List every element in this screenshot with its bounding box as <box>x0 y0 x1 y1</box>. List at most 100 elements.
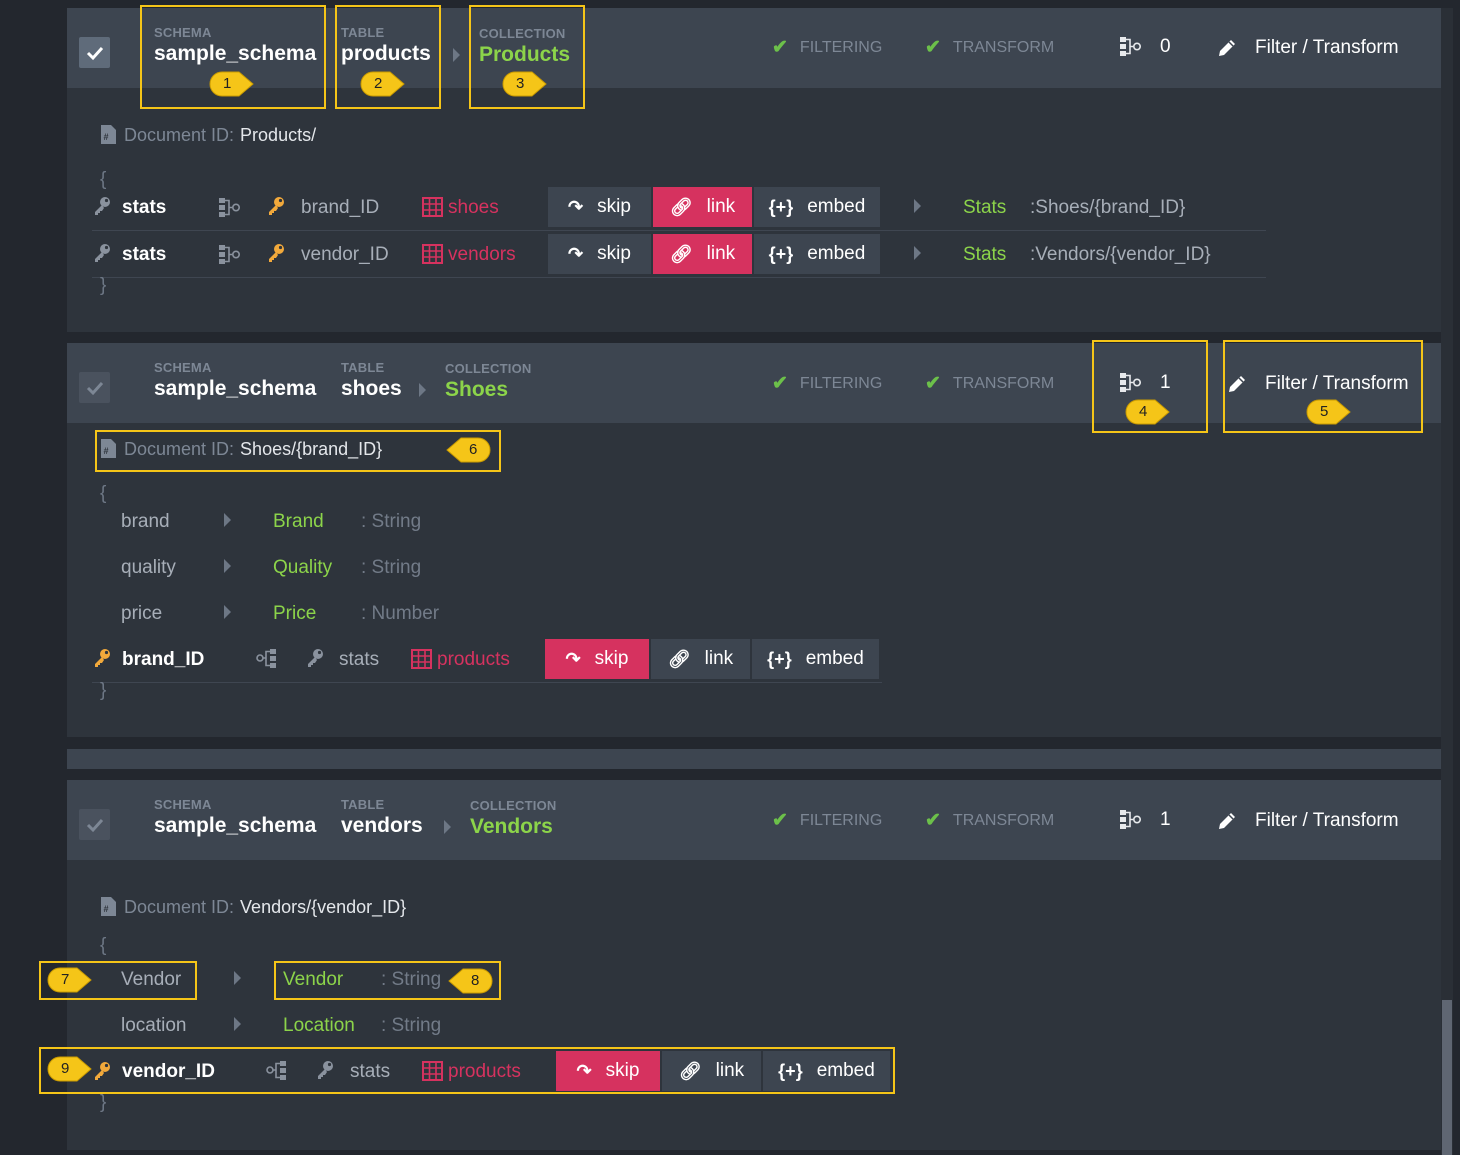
document-id: Document ID: Vendors/{vendor_ID} <box>100 896 406 918</box>
check-icon: ✔ <box>925 373 941 394</box>
skip-label: skip <box>597 196 631 217</box>
table-name: vendors <box>341 814 423 837</box>
link-button[interactable]: 🔗︎ link <box>653 234 754 274</box>
check-icon: ✔ <box>925 37 941 58</box>
link-button[interactable]: 🔗︎ link <box>651 639 752 679</box>
key-icon <box>95 197 110 215</box>
embed-label: embed <box>807 243 866 264</box>
callout-badge: 5 <box>1306 399 1352 425</box>
check-icon: ✔ <box>772 373 788 394</box>
callout-number: 9 <box>61 1060 70 1077</box>
foreign-key-field: stats <box>339 649 380 670</box>
document-id-icon <box>101 897 116 916</box>
skip-icon: ↷ <box>568 196 584 217</box>
callout-badge: 4 <box>1125 399 1171 425</box>
target-field: Location <box>283 1015 355 1036</box>
embed-button[interactable]: {+} embed <box>754 234 882 274</box>
collection-caption: COLLECTION <box>445 361 532 376</box>
filter-transform-button[interactable]: Filter / Transform <box>1217 810 1399 832</box>
include-checkbox[interactable] <box>79 809 110 840</box>
key-icon <box>308 649 323 667</box>
brace-open: { <box>100 935 107 956</box>
callout-number: 5 <box>1320 403 1329 420</box>
skip-button[interactable]: ↷ skip <box>545 639 651 679</box>
table-caption: TABLE <box>341 360 385 375</box>
document-id-label: Document ID: <box>124 124 235 145</box>
target-field: Stats <box>963 197 1007 218</box>
scrollbar-thumb[interactable] <box>1442 1000 1452 1155</box>
callout-number: 2 <box>374 75 383 92</box>
relation-count-value: 0 <box>1160 36 1171 57</box>
target-field: Price <box>273 603 317 624</box>
row-divider <box>92 230 1266 231</box>
relation-count[interactable]: 1 <box>1120 809 1171 831</box>
key-icon <box>269 197 284 215</box>
section-separator <box>67 749 1441 769</box>
arrow-right-icon <box>234 971 241 985</box>
link-label: link <box>704 648 734 669</box>
callout-badge: 9 <box>47 1056 93 1082</box>
callout-badge: 1 <box>209 71 255 97</box>
key-icon <box>269 244 284 262</box>
skip-button[interactable]: ↷ skip <box>548 187 653 227</box>
embed-button[interactable]: {+} embed <box>752 639 881 679</box>
link-label: link <box>706 243 736 264</box>
filtering-status: ✔ FILTERING <box>772 372 882 395</box>
schema-name: sample_schema <box>154 377 317 400</box>
filtering-status: ✔ FILTERING <box>772 36 882 59</box>
filtering-status: ✔ FILTERING <box>772 809 882 832</box>
embed-icon: {+} <box>768 243 794 264</box>
transform-status: ✔ TRANSFORM <box>925 372 1054 395</box>
brace-open: { <box>100 483 107 504</box>
check-icon: ✔ <box>772 37 788 58</box>
source-field: brand <box>121 511 170 532</box>
arrow-right-icon <box>914 199 921 213</box>
callout-number: 7 <box>61 971 70 988</box>
check-icon <box>86 381 103 395</box>
field-type: : String <box>361 557 422 578</box>
table-icon <box>422 197 443 217</box>
embed-button[interactable]: {+} embed <box>754 187 882 227</box>
callout-number: 8 <box>471 972 480 989</box>
link-icon: 🔗︎ <box>667 648 691 669</box>
relation-count[interactable]: 0 <box>1120 36 1171 58</box>
collection-caption: COLLECTION <box>470 798 557 813</box>
relation-count-value: 1 <box>1160 809 1171 830</box>
filter-transform-button[interactable]: Filter / Transform <box>1217 37 1399 59</box>
row-divider <box>92 682 882 683</box>
callout-pin-icon <box>446 437 491 463</box>
target-path: :Shoes/{brand_ID} <box>1030 197 1186 218</box>
check-icon <box>86 818 103 832</box>
target-field: Brand <box>273 511 324 532</box>
arrow-right-icon <box>914 246 921 260</box>
transform-status: ✔ TRANSFORM <box>925 36 1054 59</box>
embed-label: embed <box>805 648 864 669</box>
skip-icon: ↷ <box>568 243 584 264</box>
tree-icon <box>219 244 240 265</box>
table-icon <box>411 649 432 669</box>
relation-mode-group: ↷ skip 🔗︎ link {+} embed <box>545 639 881 679</box>
tree-icon <box>219 197 240 218</box>
arrow-right-icon <box>224 513 231 527</box>
include-checkbox[interactable] <box>79 372 110 403</box>
relation-name: stats <box>122 197 167 218</box>
related-table: shoes <box>448 197 499 218</box>
source-field: price <box>121 603 163 624</box>
callout-pin-icon <box>502 71 547 97</box>
scrollbar-track[interactable] <box>1441 8 1453 1155</box>
skip-icon: ↷ <box>565 648 581 669</box>
collection-name: Shoes <box>445 378 509 401</box>
include-checkbox[interactable] <box>79 37 110 68</box>
callout-pin-icon <box>1125 399 1170 425</box>
table-caption: TABLE <box>341 797 385 812</box>
foreign-key-field: brand_ID <box>301 197 380 218</box>
link-button[interactable]: 🔗︎ link <box>653 187 754 227</box>
callout-pin-icon <box>448 968 493 994</box>
document-id-icon <box>101 125 116 144</box>
target-path: :Vendors/{vendor_ID} <box>1030 244 1211 265</box>
skip-button[interactable]: ↷ skip <box>548 234 653 274</box>
document-id: Document ID: Products/ <box>100 124 316 146</box>
callout-badge: 3 <box>502 71 548 97</box>
callout-number: 4 <box>1139 403 1148 420</box>
arrow-right-icon <box>444 820 451 834</box>
